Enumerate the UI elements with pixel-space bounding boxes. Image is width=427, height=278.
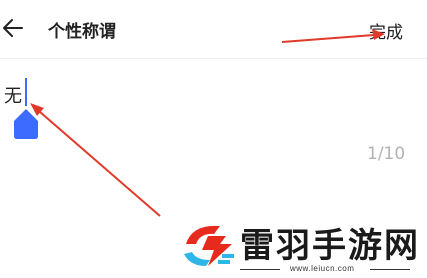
header-divider [0,58,427,59]
lightning-logo-icon [184,225,234,266]
back-button[interactable] [2,14,26,42]
input-value: 无 [4,86,22,107]
text-caret [25,78,27,106]
top-nav-bar: 个性称谓 完成 [0,0,427,58]
nickname-input[interactable]: 无 1/10 [0,60,427,164]
arrow-left-icon [3,19,23,37]
done-button[interactable]: 完成 [369,18,403,43]
watermark: 雷羽手游网 www.leiucn.com [178,212,427,278]
caret-handle[interactable] [13,108,39,140]
page-title: 个性称谓 [48,22,116,42]
watermark-name: 雷羽手游网 [240,226,420,266]
character-counter: 1/10 [367,144,406,164]
watermark-line-left [240,269,280,270]
watermark-line-right [370,269,410,270]
watermark-url: www.leiucn.com [290,264,355,273]
caret-handle-icon [14,109,38,139]
